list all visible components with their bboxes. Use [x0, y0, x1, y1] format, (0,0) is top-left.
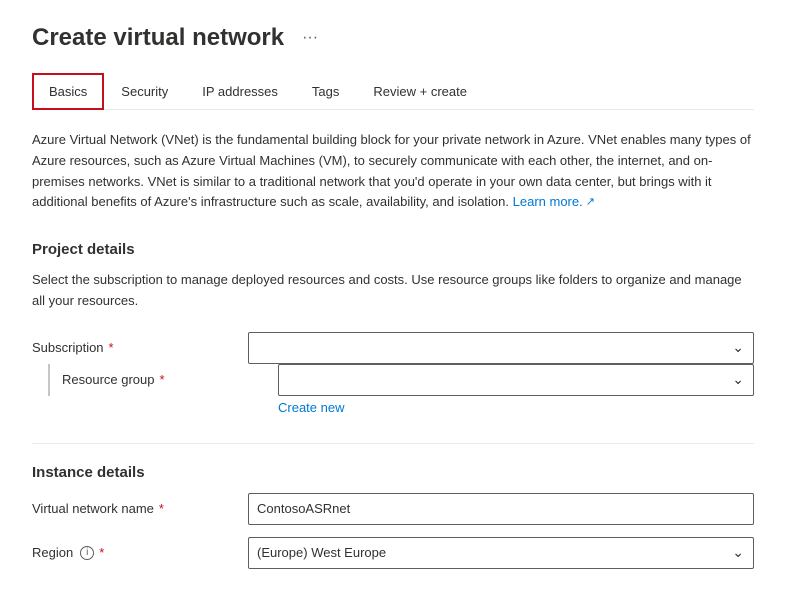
- tab-review-create[interactable]: Review + create: [356, 73, 484, 110]
- ellipsis-button[interactable]: ···: [296, 27, 324, 49]
- resource-group-control: [278, 364, 754, 396]
- subscription-label: Subscription *: [32, 340, 232, 355]
- virtual-network-name-row: Virtual network name *: [32, 493, 754, 525]
- region-info-icon[interactable]: i: [80, 546, 94, 560]
- subscription-control: [248, 332, 754, 364]
- tab-basics[interactable]: Basics: [32, 73, 104, 110]
- project-details-section: Project details Select the subscription …: [32, 241, 754, 423]
- resource-group-row: Resource group *: [32, 364, 754, 396]
- tab-security[interactable]: Security: [104, 73, 185, 110]
- region-select-wrapper: (Europe) West Europe East US West US: [248, 537, 754, 569]
- tabs-bar: Basics Security IP addresses Tags Review…: [32, 72, 754, 110]
- subscription-required: *: [109, 340, 114, 355]
- virtual-network-name-input[interactable]: [248, 493, 754, 525]
- section-divider: [32, 443, 754, 444]
- vnet-name-required: *: [159, 501, 164, 516]
- resource-group-label: Resource group *: [62, 372, 262, 387]
- resource-group-dropdown[interactable]: [278, 364, 754, 396]
- resource-group-required: *: [160, 372, 165, 387]
- region-row: Region i * (Europe) West Europe East US …: [32, 537, 754, 569]
- learn-more-link[interactable]: Learn more. ↗: [513, 192, 595, 213]
- region-required: *: [99, 545, 104, 560]
- create-new-wrapper: Create new: [278, 396, 754, 423]
- tab-tags[interactable]: Tags: [295, 73, 356, 110]
- instance-details-section: Instance details Virtual network name * …: [32, 464, 754, 569]
- virtual-network-name-label: Virtual network name *: [32, 501, 232, 516]
- project-details-description: Select the subscription to manage deploy…: [32, 270, 754, 312]
- region-label: Region i *: [32, 545, 232, 560]
- create-new-link[interactable]: Create new: [278, 400, 344, 415]
- instance-details-heading: Instance details: [32, 464, 754, 481]
- subscription-row: Subscription *: [32, 332, 754, 364]
- tab-ip-addresses[interactable]: IP addresses: [185, 73, 295, 110]
- page-title: Create virtual network: [32, 24, 284, 52]
- external-link-icon: ↗: [586, 194, 595, 212]
- subscription-select-wrapper: [248, 332, 754, 364]
- resource-group-select-wrapper: [278, 364, 754, 396]
- project-details-heading: Project details: [32, 241, 754, 258]
- region-dropdown[interactable]: (Europe) West Europe East US West US: [248, 537, 754, 569]
- virtual-network-name-control: [248, 493, 754, 525]
- vnet-description: Azure Virtual Network (VNet) is the fund…: [32, 130, 754, 213]
- rg-indent-line: [48, 364, 50, 396]
- region-control: (Europe) West Europe East US West US: [248, 537, 754, 569]
- subscription-dropdown[interactable]: [248, 332, 754, 364]
- page-header: Create virtual network ···: [32, 24, 754, 52]
- resource-group-label-area: Resource group *: [32, 364, 262, 396]
